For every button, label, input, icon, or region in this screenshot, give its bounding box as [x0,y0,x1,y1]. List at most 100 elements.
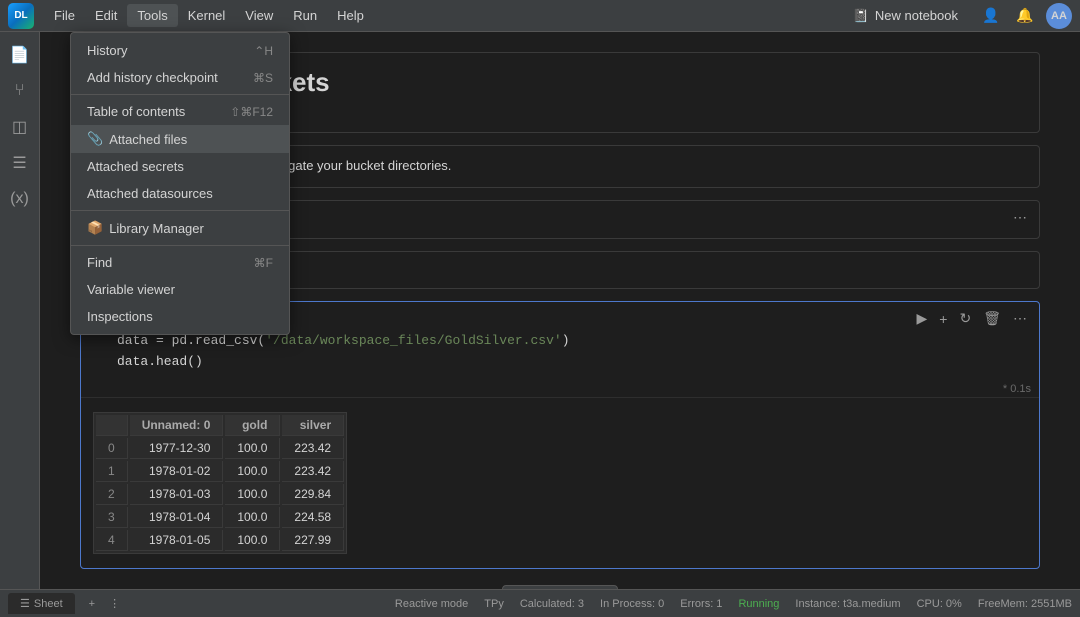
time-value: 0.1s [1010,383,1031,395]
output-table: Unnamed: 0 gold silver 01977-12-30100.02… [93,412,347,554]
menu-item-attached-secrets[interactable]: Attached secrets [71,153,289,180]
table-cell: 223.42 [282,438,344,459]
table-cell: 100.0 [225,507,280,528]
attached-datasources-label: Attached datasources [87,186,213,201]
menu-kernel[interactable]: Kernel [178,4,236,27]
table-cell: 1978-01-05 [130,530,224,551]
table-header-row: Unnamed: 0 gold silver [96,415,344,436]
settings-icon[interactable]: ⋮ [109,597,120,610]
library-manager-icon: 📦 [87,220,103,236]
add-history-label: Add history checkpoint [87,70,218,85]
history-shortcut: ⌃H [254,44,273,58]
status-left: ☰ Sheet + ⋮ [8,593,120,614]
cell-toolbar-1: ⋯ [1009,207,1031,228]
calculated-count: Calculated: 3 [520,598,584,610]
output-area: Unnamed: 0 gold silver 01977-12-30100.02… [81,397,1039,568]
notebook-title: 📓 New notebook [853,8,958,24]
table-cell: 3 [96,507,128,528]
menu-item-history[interactable]: History ⌃H [71,37,289,64]
bell-icon[interactable]: 🔔 [1012,3,1038,29]
table-cell: 1977-12-30 [130,438,224,459]
menu-item-variable-viewer[interactable]: Variable viewer [71,276,289,303]
sidebar-packages-icon[interactable]: ◫ [5,112,35,142]
menu-item-library-manager[interactable]: 📦 Library Manager [71,214,289,242]
freemem-info: FreeMem: 2551MB [978,598,1072,610]
sidebar-variables-icon[interactable]: (x) [5,184,35,214]
history-label: History [87,43,127,58]
library-manager-label: Library Manager [109,221,204,236]
status-bar: ☰ Sheet + ⋮ Reactive mode TPy Calculated… [0,589,1080,617]
sheet-icon: ☰ [20,597,30,610]
code-line-3: data.head() [117,352,1027,373]
menu-item-attached-files[interactable]: 📎 Attached files [71,125,289,153]
table-cell: 224.58 [282,507,344,528]
menu-item-inspections[interactable]: Inspections [71,303,289,330]
table-cell: 100.0 [225,461,280,482]
user-icon[interactable]: 👤 [978,3,1004,29]
menubar: DL File Edit Tools Kernel View Run Help … [0,0,1080,32]
table-row: 21978-01-03100.0229.84 [96,484,344,505]
table-cell: 227.99 [282,530,344,551]
menu-item-find[interactable]: Find ⌘F [71,249,289,276]
menu-tools[interactable]: Tools [127,4,177,27]
th-silver: silver [282,415,344,436]
table-cell: 1 [96,461,128,482]
toc-label: Table of contents [87,104,185,119]
table-cell: 100.0 [225,484,280,505]
table-cell: 0 [96,438,128,459]
table-cell: 2 [96,484,128,505]
reactive-mode: Reactive mode [395,598,468,610]
add-code-cell-area: Add code cell [80,585,1040,589]
code-cell-main: ▶ + ↻ 🗑 ⋯ 151 import pandas as pd data =… [80,301,1040,568]
table-body: 01977-12-30100.0223.4211978-01-02100.022… [96,438,344,551]
language-indicator: TPy [484,598,504,610]
menu-edit[interactable]: Edit [85,4,127,27]
instance-info: Instance: t3a.medium [795,598,900,610]
find-shortcut: ⌘F [254,256,273,270]
menu-help[interactable]: Help [327,4,374,27]
table-row: 11978-01-02100.0223.42 [96,461,344,482]
avatar[interactable]: AA [1046,3,1072,29]
sidebar-list-icon[interactable]: ☰ [5,148,35,178]
add-tab-btn[interactable]: + [83,596,101,612]
th-unnamed: Unnamed: 0 [130,415,224,436]
menu-view[interactable]: View [235,4,283,27]
attached-files-icon: 📎 [87,131,103,147]
separator-3 [71,245,289,246]
sidebar-git-icon[interactable]: ⑂ [5,76,35,106]
menu-file[interactable]: File [44,4,85,27]
in-process-count: In Process: 0 [600,598,664,610]
sheet-tab-label: Sheet [34,598,63,610]
menu-item-attached-datasources[interactable]: Attached datasources [71,180,289,207]
sidebar-files-icon[interactable]: 📄 [5,40,35,70]
table-cell: 100.0 [225,438,280,459]
table-cell: 1978-01-02 [130,461,224,482]
sheet-tab[interactable]: ☰ Sheet [8,593,75,614]
attached-secrets-label: Attached secrets [87,159,184,174]
status-right: Reactive mode TPy Calculated: 3 In Proce… [395,598,1072,610]
menu-run[interactable]: Run [283,4,327,27]
table-cell: 223.42 [282,461,344,482]
add-history-shortcut: ⌘S [253,71,273,85]
menu-item-add-history[interactable]: Add history checkpoint ⌘S [71,64,289,91]
tools-dropdown-menu: History ⌃H Add history checkpoint ⌘S Tab… [70,32,290,335]
table-row: 41978-01-05100.0227.99 [96,530,344,551]
separator-2 [71,210,289,211]
expand-btn-1[interactable]: ⋯ [1009,207,1031,228]
table-cell: 4 [96,530,128,551]
table-row: 31978-01-04100.0224.58 [96,507,344,528]
menu-item-toc[interactable]: Table of contents ⇧⌘F12 [71,98,289,125]
app-logo[interactable]: DL [8,3,34,29]
inspections-label: Inspections [87,309,153,324]
top-right-icons: 👤 🔔 AA [978,3,1072,29]
find-label: Find [87,255,112,270]
sidebar-icons: 📄 ⑂ ◫ ☰ (x) [0,32,40,589]
table-cell: 100.0 [225,530,280,551]
toc-shortcut: ⇧⌘F12 [230,105,273,119]
add-code-cell-button[interactable]: Add code cell [502,585,618,589]
table-row: 01977-12-30100.0223.42 [96,438,344,459]
separator-1 [71,94,289,95]
th-index [96,415,128,436]
notebook-icon: 📓 [853,8,869,24]
exec-time: * 0.1s [81,381,1039,397]
